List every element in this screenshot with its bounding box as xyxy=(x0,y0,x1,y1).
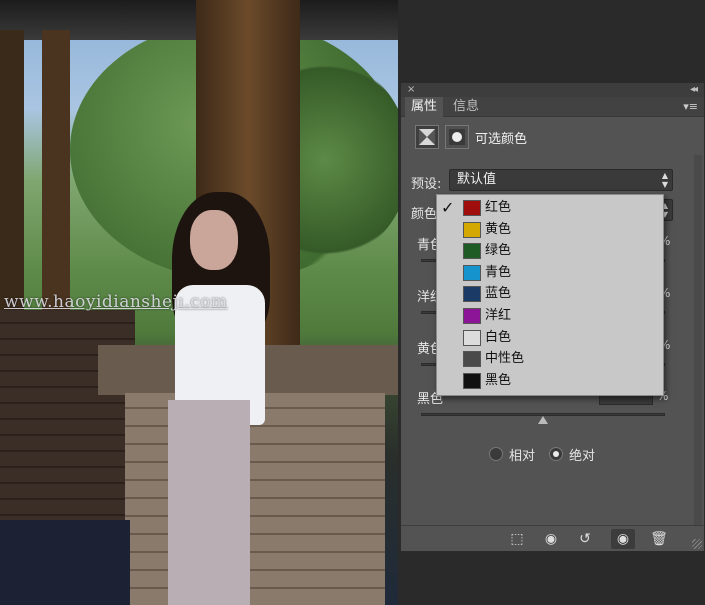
menu-item-label: 红色 xyxy=(485,200,512,215)
menu-item-label: 黄色 xyxy=(485,221,512,237)
reset-icon[interactable]: ↺ xyxy=(573,529,597,549)
menu-item-label: 绿色 xyxy=(485,243,512,259)
swatch-green xyxy=(463,243,481,260)
slider-thumb-black[interactable] xyxy=(538,416,548,424)
brick-pillar-left xyxy=(0,310,135,530)
menu-item-red[interactable]: ✓ 红色 xyxy=(437,197,663,219)
eye-icon[interactable]: ◉ xyxy=(611,529,635,549)
view-previous-state-icon[interactable]: ◉ xyxy=(539,529,563,549)
collapse-icon[interactable]: ◂◂ xyxy=(690,83,698,97)
menu-item-label: 蓝色 xyxy=(485,286,512,302)
preset-label: 预设: xyxy=(411,177,442,192)
swatch-black xyxy=(463,372,481,389)
radio-relative-label: 相对 xyxy=(509,449,536,464)
panel-tabs: 属性 信息 ▾≡ xyxy=(401,97,704,117)
trash-icon[interactable]: 🗑 xyxy=(647,529,671,549)
menu-item-blue[interactable]: 蓝色 xyxy=(437,283,663,305)
swatch-cyan xyxy=(463,264,481,281)
close-icon[interactable]: × xyxy=(407,83,415,97)
menu-item-green[interactable]: 绿色 xyxy=(437,240,663,262)
panel-menu-icon[interactable]: ▾≡ xyxy=(683,100,698,113)
panel-topbar: × ◂◂ xyxy=(401,83,704,97)
menu-item-yellow[interactable]: 黄色 xyxy=(437,219,663,241)
select-arrows-icon: ▲ ▼ xyxy=(661,171,668,189)
menu-item-label: 白色 xyxy=(485,329,512,345)
radio-absolute-label: 绝对 xyxy=(569,449,596,464)
swatch-magenta xyxy=(463,308,481,324)
menu-item-magenta[interactable]: 洋红 xyxy=(437,305,663,327)
person-face xyxy=(190,210,238,270)
floor xyxy=(0,520,130,605)
radio-absolute[interactable] xyxy=(549,447,563,461)
menu-item-label: 中性色 xyxy=(485,351,525,367)
menu-item-white[interactable]: 白色 xyxy=(437,327,663,349)
menu-item-cyan[interactable]: 青色 xyxy=(437,262,663,284)
swatch-yellow xyxy=(463,221,481,238)
menu-item-label: 青色 xyxy=(485,264,512,280)
swatch-blue xyxy=(463,286,481,303)
tab-properties[interactable]: 属性 xyxy=(405,97,444,117)
panel-scrollbar[interactable] xyxy=(694,155,702,530)
resize-grip-icon[interactable] xyxy=(692,539,702,549)
preset-value: 默认值 xyxy=(457,172,497,187)
menu-item-neutral[interactable]: 中性色 xyxy=(437,348,663,370)
radio-relative[interactable] xyxy=(489,447,503,461)
pavilion-post-left-2 xyxy=(42,30,70,320)
selective-color-icon[interactable] xyxy=(415,125,439,149)
watermark-text: www.haoyidianshejı.com xyxy=(4,292,228,312)
pavilion-post-left xyxy=(0,30,24,320)
photo-canvas[interactable]: www.haoyidianshejı.com xyxy=(0,0,398,605)
layer-mask-icon[interactable] xyxy=(445,125,469,149)
tab-info[interactable]: 信息 xyxy=(447,97,485,117)
adjustment-title: 可选颜色 xyxy=(475,132,528,147)
menu-item-black[interactable]: 黑色 xyxy=(437,370,663,392)
menu-item-label: 洋红 xyxy=(485,308,512,323)
colors-label: 颜色 xyxy=(411,207,438,222)
person-pants xyxy=(168,400,250,605)
clip-to-layer-icon[interactable]: ⬚ xyxy=(505,529,529,549)
preset-select[interactable]: 默认值 ▲ ▼ xyxy=(449,169,673,191)
swatch-neutral xyxy=(463,351,481,368)
swatch-red xyxy=(463,200,481,216)
colors-dropdown-menu: ✓ 红色 黄色 绿色 青色 蓝色 洋红 白色 中性色 黑色 xyxy=(436,194,664,396)
adjustment-header: 可选颜色 xyxy=(415,125,695,149)
swatch-white xyxy=(463,329,481,346)
menu-item-label: 黑色 xyxy=(485,372,512,388)
checkmark-icon: ✓ xyxy=(441,198,455,217)
panel-footer: ⬚ ◉ ↺ ◉ 🗑 xyxy=(401,525,704,551)
